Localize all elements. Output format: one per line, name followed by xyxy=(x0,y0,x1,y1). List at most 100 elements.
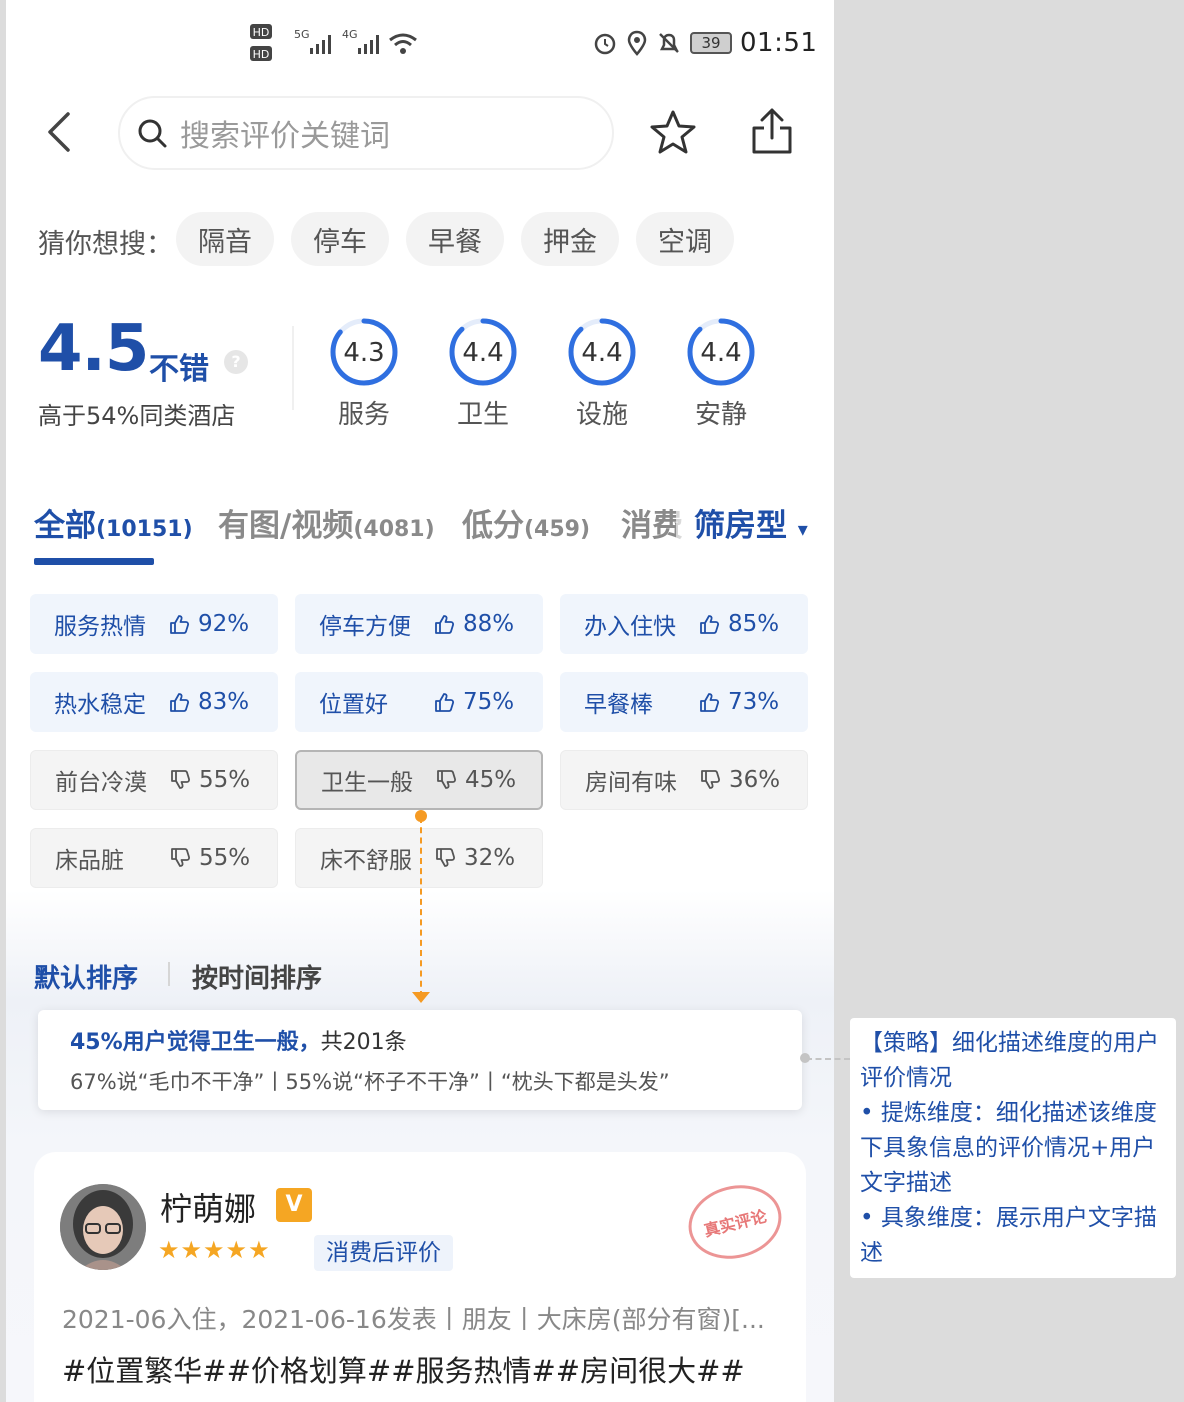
tag-name: 停车方便 xyxy=(319,614,411,640)
mute-bell-icon xyxy=(659,33,679,53)
sort-default[interactable]: 默认排序 xyxy=(34,958,138,995)
score-ring: 4.4 xyxy=(568,318,636,386)
review-tag-chip[interactable]: 早餐棒 73% xyxy=(560,672,808,732)
svg-text:4.4: 4.4 xyxy=(700,338,741,368)
note-connector xyxy=(806,1058,850,1060)
guess-chip[interactable]: 押金 xyxy=(521,212,619,266)
score-ring-label: 服务 xyxy=(337,400,390,430)
tag-percent: 92% xyxy=(198,611,250,637)
back-arrow-icon[interactable] xyxy=(42,110,78,154)
status-time: 01:51 xyxy=(740,28,818,58)
note-title: 【策略】细化描述维度的用户评价情况 xyxy=(860,1030,1159,1091)
thumbs-up-icon xyxy=(700,615,720,634)
review-tag-chip[interactable]: 位置好 75% xyxy=(295,672,543,732)
share-icon[interactable] xyxy=(748,106,796,158)
search-placeholder: 搜索评价关键词 xyxy=(180,119,390,154)
location-icon xyxy=(627,30,647,56)
tag-summary-card: 45%用户觉得卫生一般，共201条 67%说“毛巾不干净”丨55%说“杯子不干净… xyxy=(38,1010,802,1110)
review-tag-chip[interactable]: 卫生一般 45% xyxy=(295,750,543,810)
tag-percent: 45% xyxy=(465,767,517,793)
score-label: 不错 xyxy=(149,352,209,387)
guess-chip[interactable]: 隔音 xyxy=(176,212,274,266)
review-tag-chip[interactable]: 床品脏 55% xyxy=(30,828,278,888)
thumbs-up-icon xyxy=(700,693,720,712)
help-icon[interactable]: ? xyxy=(224,350,248,374)
compare-text: 高于54%同类酒店 xyxy=(38,402,236,430)
network-status-icon: HD HD 5G 4G xyxy=(250,24,417,61)
tag-percent: 32% xyxy=(464,845,516,871)
overall-score: 4.5 xyxy=(38,312,149,386)
review-type-badge: 消费后评价 xyxy=(314,1235,453,1271)
svg-text:5G: 5G xyxy=(294,28,310,41)
tag-percent: 36% xyxy=(729,767,781,793)
review-hashtags: #位置繁华##价格划算##服务热情##房间很大## xyxy=(62,1354,745,1388)
review-stars: ★★★★★ xyxy=(158,1236,271,1264)
guess-chip[interactable]: 空调 xyxy=(636,212,734,266)
tab-low-score[interactable]: 低分(459) xyxy=(462,500,590,545)
thumbs-down-icon xyxy=(437,770,457,789)
alarm-icon xyxy=(594,33,616,55)
tag-name: 早餐棒 xyxy=(584,692,653,718)
score-ring-label: 卫生 xyxy=(456,400,509,430)
battery-icon: 39 xyxy=(690,32,732,54)
svg-text:4.4: 4.4 xyxy=(581,338,622,368)
svg-text:4.4: 4.4 xyxy=(462,338,503,368)
thumbs-down-icon xyxy=(436,848,456,867)
svg-text:4.3: 4.3 xyxy=(343,338,384,368)
avatar-photo xyxy=(60,1184,146,1270)
tag-percent: 85% xyxy=(728,611,780,637)
reviewer-name: 柠萌娜 xyxy=(160,1190,257,1228)
review-tag-chip[interactable]: 停车方便 88% xyxy=(295,594,543,654)
score-ring-label: 安静 xyxy=(694,400,747,430)
favorite-star-icon[interactable] xyxy=(648,108,698,158)
svg-text:4G: 4G xyxy=(342,28,358,41)
tag-percent: 73% xyxy=(728,689,780,715)
score-ring: 4.3 xyxy=(330,318,398,386)
thumbs-up-icon xyxy=(170,693,190,712)
annotation-arrow xyxy=(412,992,430,1003)
review-tag-chip[interactable]: 服务热情 92% xyxy=(30,594,278,654)
tag-percent: 75% xyxy=(463,689,515,715)
tag-name: 床不舒服 xyxy=(320,848,412,874)
sort-divider xyxy=(168,962,170,986)
guess-chip[interactable]: 早餐 xyxy=(406,212,504,266)
vip-level-badge: V xyxy=(276,1188,312,1222)
review-tag-chip[interactable]: 热水稳定 83% xyxy=(30,672,278,732)
tag-name: 卫生一般 xyxy=(321,770,413,796)
tab-after-consumption[interactable]: 消费 xyxy=(621,500,683,545)
tag-percent: 83% xyxy=(198,689,250,715)
note-bullet: • 提炼维度：细化描述该维度下具象信息的评价情况+用户文字描述 xyxy=(860,1100,1157,1196)
score-ring: 4.4 xyxy=(449,318,517,386)
review-tag-chip[interactable]: 床不舒服 32% xyxy=(295,828,543,888)
review-tag-chip[interactable]: 办入住快 85% xyxy=(560,594,808,654)
tab-photo-video[interactable]: 有图/视频(4081) xyxy=(218,500,435,545)
tag-percent: 55% xyxy=(199,845,251,871)
annotation-connector xyxy=(420,817,422,997)
sort-by-time[interactable]: 按时间排序 xyxy=(192,958,322,995)
thumbs-up-icon xyxy=(435,615,455,634)
tag-name: 前台冷漠 xyxy=(55,770,147,796)
dropdown-arrow-icon: ▾ xyxy=(797,517,808,541)
tag-name: 房间有味 xyxy=(585,770,677,796)
thumbs-down-icon xyxy=(701,770,721,789)
tag-name: 服务热情 xyxy=(54,614,146,640)
review-tag-chip[interactable]: 前台冷漠 55% xyxy=(30,750,278,810)
avatar[interactable] xyxy=(60,1184,146,1270)
score-ring: 4.4 xyxy=(687,318,755,386)
thumbs-up-icon xyxy=(170,615,190,634)
thumbs-up-icon xyxy=(435,693,455,712)
room-type-filter[interactable]: 筛房型 ▾ xyxy=(694,500,808,545)
tab-indicator xyxy=(34,558,154,565)
review-tag-chip[interactable]: 房间有味 36% xyxy=(560,750,808,810)
tag-name: 床品脏 xyxy=(55,848,124,874)
guess-chip[interactable]: 停车 xyxy=(291,212,389,266)
tag-name: 热水稳定 xyxy=(54,692,146,718)
summary-detail: 67%说“毛巾不干净”丨55%说“杯子不干净”丨“枕头下都是头发” xyxy=(70,1070,670,1094)
search-input[interactable]: 搜索评价关键词 xyxy=(118,96,614,170)
tab-all[interactable]: 全部(10151) xyxy=(34,500,193,545)
status-right: 39 01:51 xyxy=(592,28,817,58)
tag-percent: 88% xyxy=(463,611,515,637)
tag-name: 位置好 xyxy=(319,692,388,718)
strategy-note: 【策略】细化描述维度的用户评价情况 • 提炼维度：细化描述该维度下具象信息的评价… xyxy=(850,1018,1176,1278)
search-icon xyxy=(138,119,167,148)
